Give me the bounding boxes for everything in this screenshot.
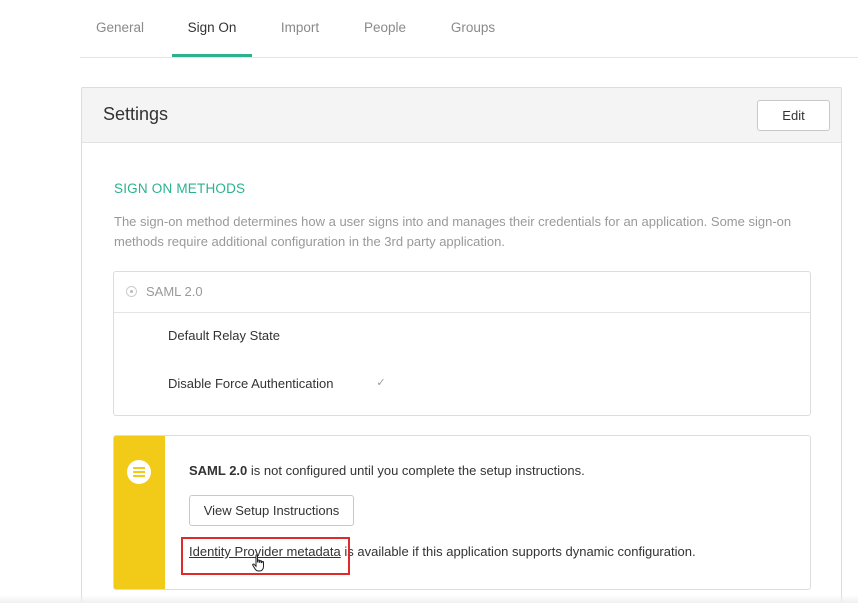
sign-on-methods-title: SIGN ON METHODS [114, 181, 246, 196]
saml-method-header: SAML 2.0 [114, 272, 810, 313]
notice-bar [114, 436, 165, 589]
page: General Sign On Import People Groups Set… [0, 0, 858, 603]
default-relay-state-label: Default Relay State [168, 328, 281, 343]
edit-button[interactable]: Edit [757, 100, 830, 131]
metadata-line: Identity Provider metadata is available … [189, 544, 696, 559]
tab-groups[interactable]: Groups [448, 20, 498, 57]
tab-sign-on[interactable]: Sign On [172, 20, 252, 57]
saml-method-label[interactable]: SAML 2.0 [146, 284, 203, 299]
tab-import[interactable]: Import [278, 20, 322, 57]
sign-on-methods-description: The sign-on method determines how a user… [114, 214, 792, 249]
saml-method-box: SAML 2.0 Default Relay State Disable For… [113, 271, 811, 416]
bottom-fade [0, 595, 858, 603]
setup-notice: SAML 2.0 is not configured until you com… [113, 435, 811, 590]
notice-message-rest: is not configured until you complete the… [247, 463, 585, 478]
disable-force-auth-label: Disable Force Authentication [168, 376, 334, 391]
settings-card: Settings Edit SIGN ON METHODS The sign-o… [81, 87, 842, 603]
radio-icon[interactable] [126, 286, 137, 297]
tab-general[interactable]: General [96, 20, 144, 57]
settings-header: Settings Edit [82, 88, 841, 143]
list-icon [127, 460, 151, 484]
metadata-line-rest: is available if this application support… [340, 544, 696, 559]
identity-provider-metadata-link[interactable]: Identity Provider metadata [189, 544, 341, 559]
checkmark-icon[interactable]: ✓ [374, 376, 388, 390]
settings-title: Settings [103, 104, 169, 124]
notice-message: SAML 2.0 is not configured until you com… [189, 463, 585, 478]
view-setup-instructions-button[interactable]: View Setup Instructions [189, 495, 354, 526]
tab-people[interactable]: People [362, 20, 408, 57]
tab-bar: General Sign On Import People Groups [80, 0, 858, 58]
notice-strong: SAML 2.0 [189, 463, 248, 478]
